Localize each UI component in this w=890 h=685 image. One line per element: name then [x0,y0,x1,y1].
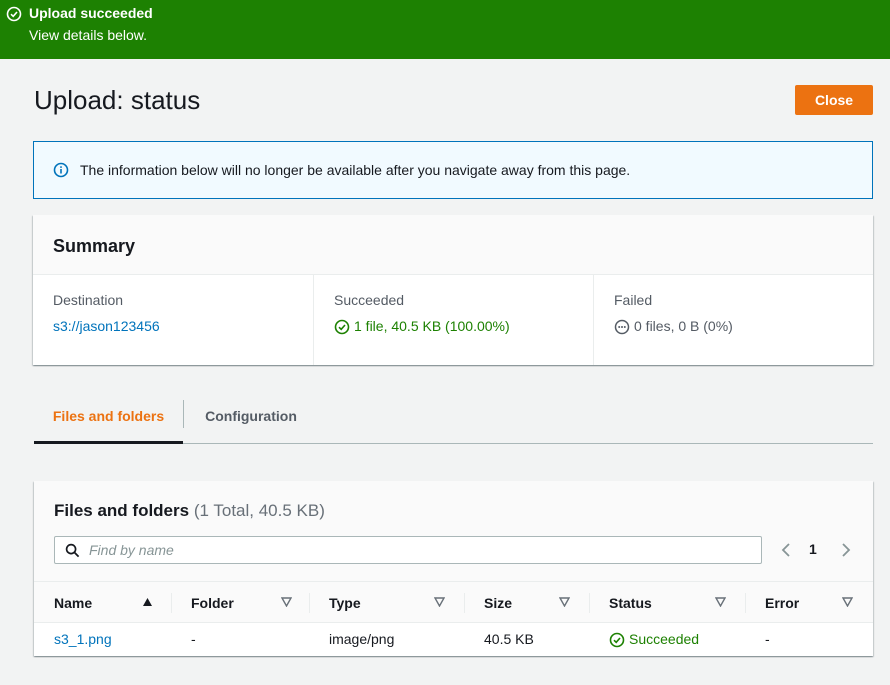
column-separator [464,593,465,613]
column-separator [309,593,310,613]
column-label: Name [54,595,93,611]
page-number[interactable]: 1 [809,541,817,558]
summary-header: Summary [33,215,873,275]
sort-icon[interactable] [434,597,445,607]
column-header-type[interactable]: Type [309,582,464,623]
status-value: Succeeded [629,631,700,647]
summary-succeeded: Succeeded 1 file, 40.5 KB (100.00%) [313,275,593,365]
file-name-link[interactable]: s3_1.png [54,631,112,648]
search-icon [65,543,80,558]
pagination: 1 [779,538,859,562]
column-separator [171,593,172,613]
sort-icon[interactable] [715,597,726,607]
folder-value: - [191,631,196,647]
column-label: Type [329,595,361,611]
column-header-size[interactable]: Size [464,582,589,623]
column-header-status[interactable]: Status [589,582,745,623]
succeeded-label: Succeeded [334,292,405,308]
chevron-right-icon[interactable] [839,542,853,558]
check-circle-icon [334,319,350,335]
succeeded-value: 1 file, 40.5 KB (100.00%) [354,318,510,334]
error-value: - [765,631,770,647]
summary-title: Summary [53,236,136,256]
table-row: s3_1.png - image/png 40.5 KB Succeeded - [34,623,873,656]
sort-icon[interactable] [842,597,853,607]
check-circle-icon [609,632,625,648]
info-alert: The information below will no longer be … [33,141,873,199]
size-value: 40.5 KB [484,631,534,647]
files-title: Files and folders (1 Total, 40.5 KB) [54,500,325,522]
table-header: Name Folder Type Size Status Error [34,581,873,623]
column-header-name[interactable]: Name [34,582,171,623]
ellipsis-circle-icon [614,319,630,335]
destination-label: Destination [53,292,124,308]
flash-subtitle: View details below. [29,27,148,43]
column-separator [745,593,746,613]
info-icon [53,162,69,178]
column-label: Folder [191,595,234,611]
destination-link[interactable]: s3://jason123456 [53,318,160,335]
check-circle-icon [6,6,22,22]
tab-configuration[interactable]: Configuration [184,398,318,443]
column-header-error[interactable]: Error [745,582,873,623]
failed-value: 0 files, 0 B (0%) [634,318,733,334]
sort-ascending-icon[interactable] [142,597,153,607]
column-label: Status [609,595,652,611]
failed-label: Failed [614,292,653,308]
search-box [54,536,762,564]
cell-type: image/png [309,623,464,656]
cell-name: s3_1.png [34,623,171,656]
column-header-folder[interactable]: Folder [171,582,309,623]
summary-card: Summary Destination s3://jason123456 Suc… [33,215,873,365]
sort-icon[interactable] [559,597,570,607]
close-button[interactable]: Close [795,85,873,115]
page-title: Upload: status [34,85,201,115]
sort-icon[interactable] [281,597,292,607]
files-card: Files and folders (1 Total, 40.5 KB) 1 N… [34,481,873,656]
chevron-left-icon[interactable] [779,542,793,558]
info-alert-text: The information below will no longer be … [80,162,631,178]
column-label: Size [484,595,513,611]
tab-bar: Files and folders Configuration [34,398,873,444]
column-separator [589,593,590,613]
tab-files-and-folders[interactable]: Files and folders [34,398,183,444]
type-value: image/png [329,631,395,647]
cell-status: Succeeded [589,623,745,656]
column-label: Error [765,595,800,611]
success-flash-banner: Upload succeeded View details below. [0,0,890,59]
files-count: (1 Total, 40.5 KB) [193,501,325,520]
search-input[interactable] [89,537,749,563]
files-header: Files and folders (1 Total, 40.5 KB) 1 [34,481,873,581]
cell-folder: - [171,623,309,656]
summary-destination: Destination s3://jason123456 [33,275,313,365]
summary-failed: Failed 0 files, 0 B (0%) [593,275,873,365]
files-title-text: Files and folders [54,501,190,520]
cell-error: - [745,623,873,656]
cell-size: 40.5 KB [464,623,589,656]
flash-title: Upload succeeded [29,5,153,21]
